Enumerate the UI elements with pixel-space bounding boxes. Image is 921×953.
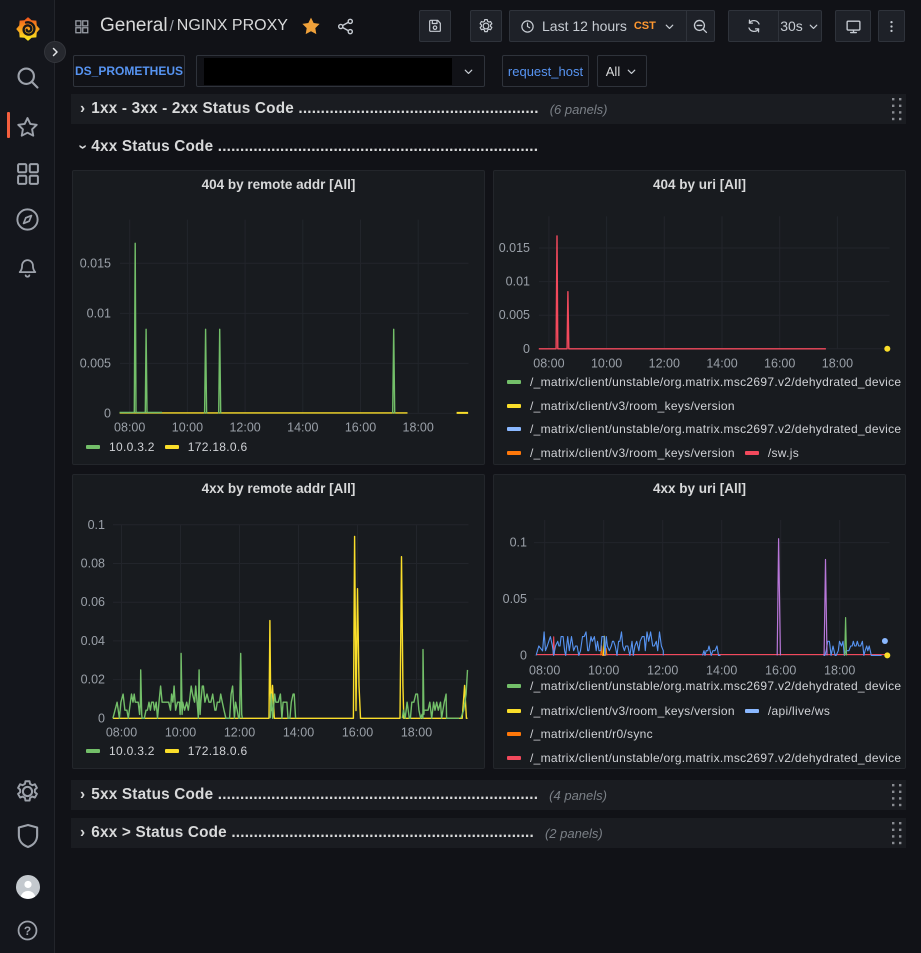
svg-text:0.015: 0.015	[80, 256, 111, 270]
svg-text:16:00: 16:00	[765, 664, 796, 678]
svg-text:16:00: 16:00	[345, 421, 376, 435]
svg-text:08:00: 08:00	[533, 357, 564, 371]
svg-text:12:00: 12:00	[224, 726, 255, 740]
svg-text:0.05: 0.05	[503, 592, 527, 606]
svg-text:12:00: 12:00	[229, 421, 260, 435]
svg-text:18:00: 18:00	[401, 726, 432, 740]
svg-text:0: 0	[104, 406, 111, 420]
svg-text:10:00: 10:00	[172, 421, 203, 435]
svg-text:18:00: 18:00	[822, 357, 853, 371]
svg-text:0.015: 0.015	[499, 241, 530, 255]
svg-text:16:00: 16:00	[764, 357, 795, 371]
svg-text:0.04: 0.04	[81, 634, 105, 648]
svg-text:0: 0	[523, 342, 530, 356]
svg-text:0.005: 0.005	[80, 356, 111, 370]
svg-text:14:00: 14:00	[706, 664, 737, 678]
svg-text:14:00: 14:00	[706, 357, 737, 371]
svg-text:18:00: 18:00	[403, 421, 434, 435]
svg-text:0.1: 0.1	[88, 518, 105, 532]
svg-text:08:00: 08:00	[114, 421, 145, 435]
svg-text:12:00: 12:00	[647, 664, 678, 678]
svg-text:0.01: 0.01	[506, 275, 530, 289]
svg-text:10:00: 10:00	[165, 726, 196, 740]
svg-text:10:00: 10:00	[591, 357, 622, 371]
svg-text:0.06: 0.06	[81, 595, 105, 609]
svg-text:?: ?	[24, 924, 31, 938]
svg-text:0.02: 0.02	[81, 673, 105, 687]
svg-text:14:00: 14:00	[283, 726, 314, 740]
svg-text:16:00: 16:00	[342, 726, 373, 740]
svg-text:14:00: 14:00	[287, 421, 318, 435]
svg-text:0: 0	[520, 648, 527, 662]
svg-text:0.1: 0.1	[510, 536, 527, 550]
svg-text:18:00: 18:00	[824, 664, 855, 678]
svg-text:0.005: 0.005	[499, 308, 530, 322]
svg-text:0.01: 0.01	[87, 306, 111, 320]
svg-text:0.08: 0.08	[81, 557, 105, 571]
svg-text:08:00: 08:00	[529, 664, 560, 678]
svg-text:10:00: 10:00	[588, 664, 619, 678]
svg-text:08:00: 08:00	[106, 726, 137, 740]
svg-text:12:00: 12:00	[649, 357, 680, 371]
svg-text:0: 0	[98, 711, 105, 725]
